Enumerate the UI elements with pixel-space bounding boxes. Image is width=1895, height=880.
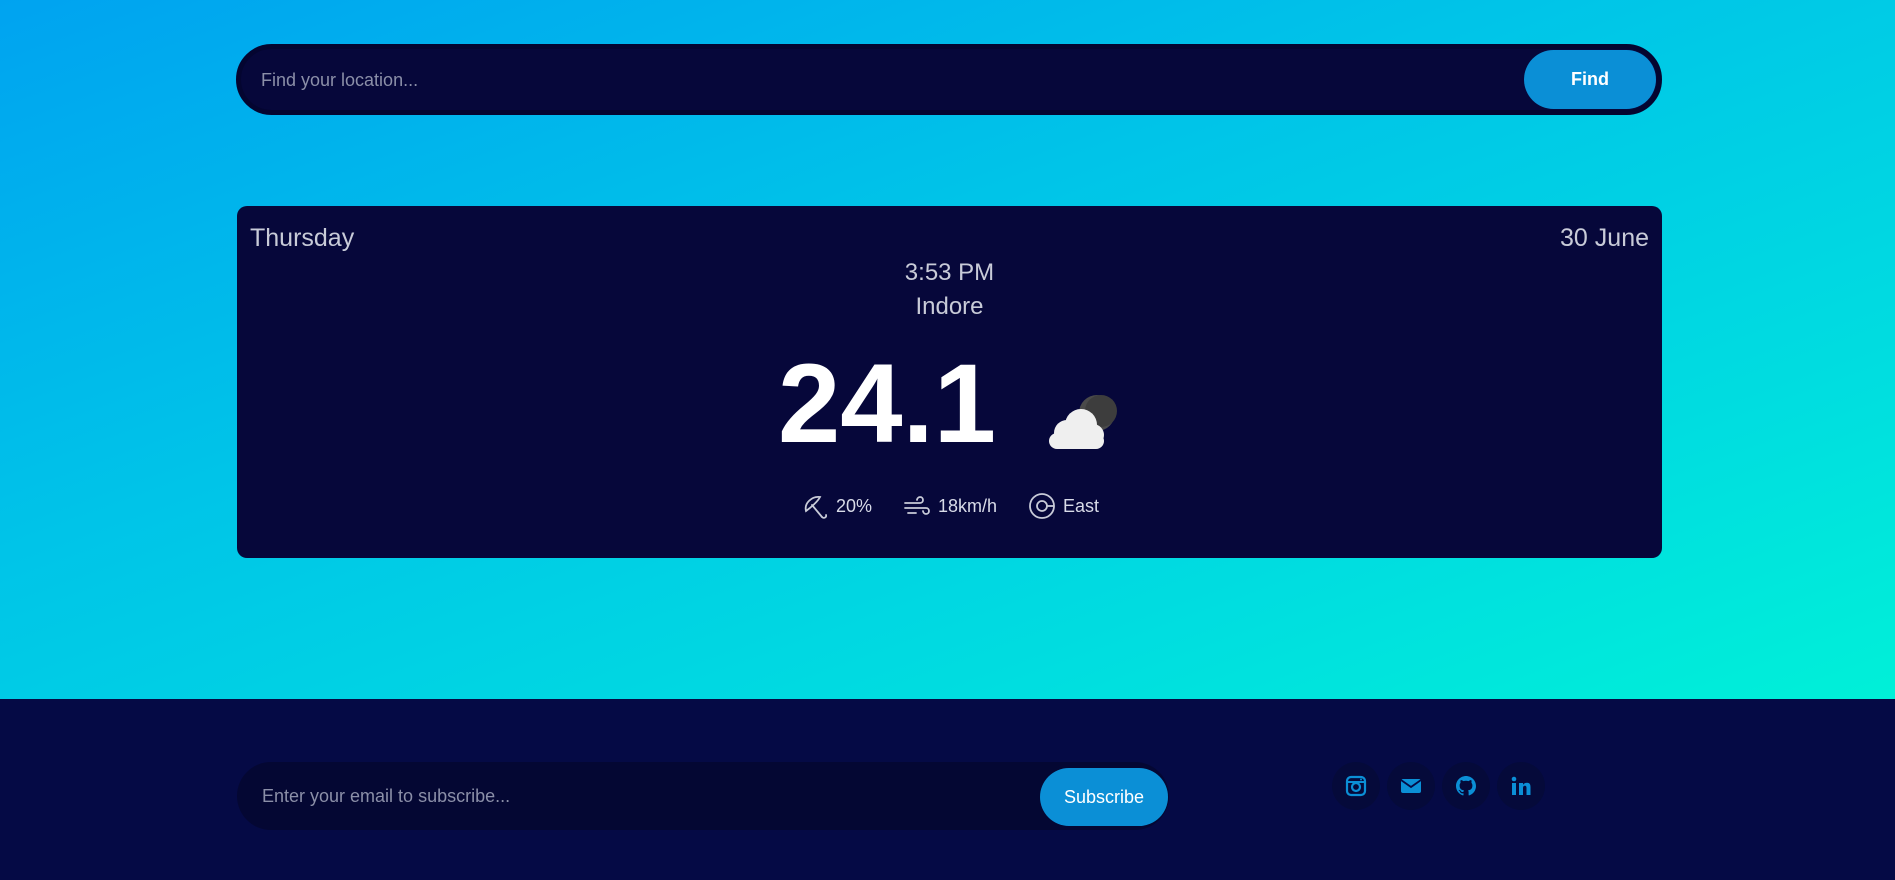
wind-speed-value: 18km/h (937, 495, 998, 516)
instagram-link[interactable] (1332, 762, 1380, 810)
weather-stats: 20% 18km/h East (237, 491, 1662, 521)
wind-speed-stat: 18km/h (902, 491, 997, 521)
weekday: Thursday (250, 224, 355, 252)
linkedin-icon (1511, 776, 1531, 795)
umbrella-icon (804, 496, 828, 519)
wind-icon (904, 496, 930, 515)
subscribe-button[interactable]: Subscribe (1040, 768, 1168, 826)
precipitation-stat: 20% (800, 491, 872, 521)
linkedin-link[interactable] (1497, 762, 1545, 810)
instagram-icon (1345, 775, 1367, 797)
email-icon (1400, 779, 1422, 793)
email-field[interactable] (262, 773, 1022, 819)
date: 30 June (1560, 224, 1649, 252)
cloud-moon-icon (1043, 389, 1127, 455)
search-input[interactable] (261, 57, 1461, 103)
email-link[interactable] (1387, 762, 1435, 810)
weather-card: Thursday 30 June 3:53 PM Indore 24.1 20% (237, 206, 1662, 558)
compass-icon (1029, 493, 1055, 519)
wind-direction-stat: East (1027, 491, 1099, 521)
github-link[interactable] (1442, 762, 1490, 810)
find-button[interactable]: Find (1524, 50, 1656, 109)
subscribe-form: Subscribe (237, 762, 1169, 830)
city-name: Indore (915, 293, 984, 320)
social-links (1332, 762, 1545, 810)
search-bar: Find (236, 44, 1662, 115)
temperature: 24.1 (778, 341, 996, 466)
precipitation-value: 20% (835, 495, 872, 516)
wind-direction-value: East (1063, 495, 1100, 516)
current-time: 3:53 PM (904, 259, 995, 286)
github-icon (1456, 776, 1476, 796)
